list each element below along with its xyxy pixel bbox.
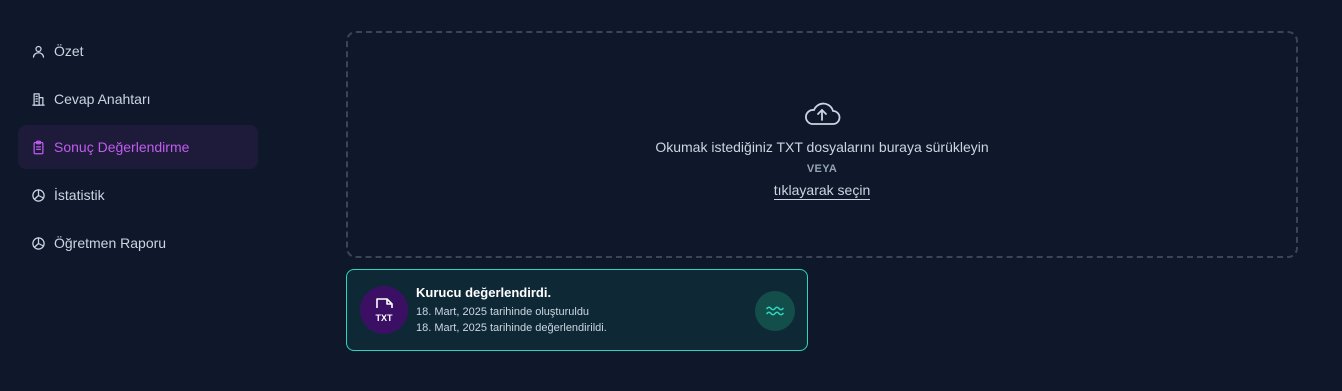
file-type-label: TXT (376, 313, 394, 323)
sidebar-item-label: İstatistik (54, 187, 105, 203)
file-card-title: Kurucu değerlendirdi. (416, 284, 552, 300)
dropzone-or-divider: VEYA (806, 163, 838, 175)
user-icon (31, 44, 46, 59)
wave-icon (764, 300, 786, 322)
sidebar-item-istatistik[interactable]: İstatistik (18, 173, 258, 217)
sidebar-item-label: Öğretmen Raporu (54, 235, 167, 251)
clipboard-icon (31, 140, 46, 155)
pie-chart-icon (31, 188, 46, 203)
pie-chart-icon (31, 236, 46, 251)
sidebar-item-label: Sonuç Değerlendirme (54, 139, 190, 155)
cloud-upload-icon (802, 99, 842, 129)
file-action-button[interactable] (755, 291, 795, 331)
evaluated-date: 18. Mart, 2025 tarihinde değerlendirildi… (416, 321, 607, 334)
sidebar-item-label: Özet (54, 43, 84, 59)
file-dropzone[interactable]: Okumak istediğiniz TXT dosyalarını buray… (346, 31, 1298, 258)
txt-file-icon: TXT (360, 286, 408, 334)
file-card[interactable]: TXT Kurucu değerlendirdi. 18. Mart, 2025… (346, 269, 808, 351)
created-date: 18. Mart, 2025 tarihinde oluşturuldu (416, 305, 590, 318)
sidebar-item-ozet[interactable]: Özet (18, 29, 258, 73)
dropzone-instruction: Okumak istediğiniz TXT dosyalarını buray… (655, 139, 989, 155)
sidebar-item-label: Cevap Anahtarı (54, 91, 151, 107)
sidebar: Özet Cevap Anahtarı Sonuç Değerlendirme … (18, 29, 258, 269)
sidebar-item-ogretmen-raporu[interactable]: Öğretmen Raporu (18, 221, 258, 265)
select-files-link[interactable]: tıklayarak seçin (773, 182, 871, 200)
file-info: Kurucu değerlendirdi. 18. Mart, 2025 tar… (416, 285, 607, 336)
sidebar-item-cevap-anahtari[interactable]: Cevap Anahtarı (18, 77, 258, 121)
sidebar-item-sonuc-degerlendirme[interactable]: Sonuç Değerlendirme (18, 125, 258, 169)
building-icon (31, 92, 46, 107)
